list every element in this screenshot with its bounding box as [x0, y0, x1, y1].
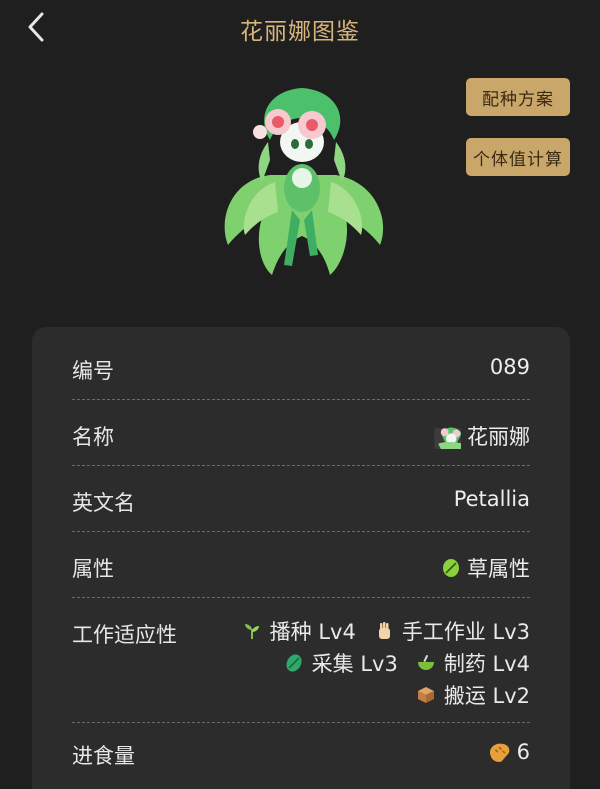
hand-icon — [378, 622, 390, 639]
food-label: 进食量 — [72, 744, 135, 768]
work-item-text: 制药 Lv4 — [443, 652, 530, 676]
name-label: 名称 — [72, 425, 114, 449]
pal-image — [200, 70, 405, 285]
box-icon — [417, 687, 434, 703]
page-title: 花丽娜图鉴 — [240, 19, 360, 45]
header: 花丽娜图鉴 — [0, 0, 600, 56]
row-element: 属性 草属性 — [72, 531, 530, 598]
work-item-text: 手工作业 Lv3 — [401, 620, 530, 644]
harvest-icon — [286, 654, 302, 672]
number-label: 编号 — [72, 359, 114, 383]
bread-icon — [489, 743, 509, 762]
pal-mini-icon — [434, 427, 461, 449]
english-name-label: 英文名 — [72, 491, 135, 515]
work-item-text: 播种 Lv4 — [269, 620, 356, 644]
work-item: 搬运 Lv2 — [416, 680, 530, 710]
work-item: 采集 Lv3 — [284, 648, 398, 678]
food-value: 6 — [516, 740, 530, 764]
work-label: 工作适应性 — [72, 623, 177, 647]
iv-calculator-button[interactable]: 个体值计算 — [466, 138, 570, 176]
english-name-value: Petallia — [453, 487, 530, 511]
element-value: 草属性 — [467, 557, 530, 581]
work-item: 制药 Lv4 — [416, 648, 530, 678]
leaf-icon — [443, 559, 459, 577]
detail-card: 编号 089 名称 花丽娜 英文名 Petallia 属性 草属性 工作适应性 … — [32, 327, 570, 789]
element-value-wrap: 草属性 — [441, 553, 530, 583]
work-line: 播种 Lv4 手工作业 Lv3 — [210, 615, 530, 647]
sprout-icon — [244, 624, 259, 639]
breeding-plan-button[interactable]: 配种方案 — [466, 78, 570, 116]
work-item-text: 采集 Lv3 — [311, 652, 398, 676]
medicine-icon — [417, 654, 434, 670]
work-item-text: 搬运 Lv2 — [443, 684, 530, 708]
pal-detail-page: 花丽娜图鉴 配种方案 个体值计算 编号 089 名称 花丽娜 英文名 Petal… — [0, 0, 600, 789]
row-name: 名称 花丽娜 — [72, 399, 530, 466]
work-item: 播种 Lv4 — [242, 616, 356, 646]
row-number: 编号 089 — [72, 327, 530, 400]
row-english-name: 英文名 Petallia — [72, 465, 530, 532]
number-value: 089 — [489, 355, 530, 379]
work-list: 播种 Lv4 手工作业 Lv3 采集 Lv3 制药 Lv4 搬运 Lv2 — [210, 615, 530, 711]
work-line: 搬运 Lv2 — [210, 679, 530, 711]
name-value-wrap: 花丽娜 — [431, 421, 530, 451]
row-food: 进食量 6 — [72, 722, 530, 789]
name-value: 花丽娜 — [467, 425, 530, 449]
row-work-suitability: 工作适应性 播种 Lv4 手工作业 Lv3 采集 Lv3 制药 Lv4 搬运 L… — [72, 597, 530, 723]
element-label: 属性 — [72, 557, 114, 581]
food-value-wrap: 6 — [487, 740, 530, 764]
work-line: 采集 Lv3 制药 Lv4 — [210, 647, 530, 679]
work-item: 手工作业 Lv3 — [374, 616, 530, 646]
